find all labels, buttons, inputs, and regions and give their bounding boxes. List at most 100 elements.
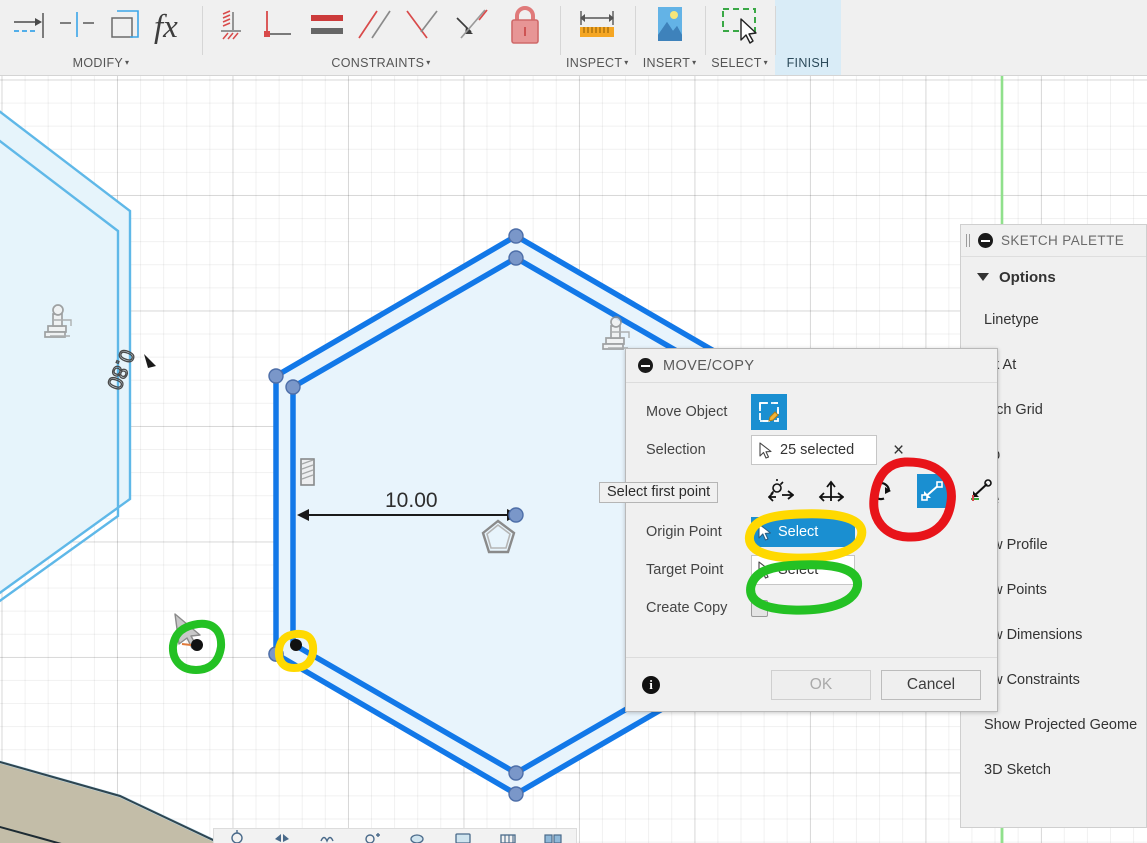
info-icon[interactable]: i [642, 675, 660, 694]
move-object-row: Move Object [626, 393, 997, 431]
ok-button[interactable]: OK [771, 669, 871, 700]
inspect-icons [568, 2, 626, 52]
constraint-glyph-vertical [300, 458, 315, 486]
display-settings-icon[interactable] [448, 829, 478, 843]
dialog-title: MOVE/COPY [663, 357, 755, 374]
palette-item-3d-sketch[interactable]: 3D Sketch [961, 747, 1146, 792]
look-at-icon[interactable] [403, 829, 433, 843]
perpendicular-icon[interactable] [256, 3, 302, 51]
chevron-down-icon: ▾ [763, 58, 768, 67]
grid-settings-icon[interactable] [493, 829, 523, 843]
origin-point-label: Origin Point [646, 524, 722, 540]
target-point-row: Target Point Select [626, 551, 997, 589]
move-copy-dialog[interactable]: MOVE/COPY Move Object Selection 25 selec… [625, 348, 998, 712]
dialog-title-bar[interactable]: MOVE/COPY [626, 349, 997, 383]
selection-label: Selection [646, 442, 706, 458]
insert-label[interactable]: INSERT ▾ [643, 56, 697, 72]
tangent-icon[interactable] [448, 3, 494, 51]
equal-icon[interactable] [304, 3, 350, 51]
move-object-sketch-icon[interactable] [751, 394, 787, 430]
measure-ruler-icon[interactable] [568, 3, 626, 51]
cursor-arrow-icon [758, 523, 772, 541]
target-point-select-label: Select [778, 562, 819, 578]
finish-label[interactable]: FINISH [787, 56, 830, 72]
selection-count: 25 selected [780, 442, 855, 458]
toolbar-group-insert: INSERT ▾ [634, 0, 705, 75]
constraints-label-text: CONSTRAINTS [331, 56, 425, 70]
insert-label-text: INSERT [642, 56, 691, 70]
free-move-icon[interactable] [766, 474, 796, 508]
palette-title: SKETCH PALETTE [1001, 233, 1125, 248]
parallel-icon[interactable] [352, 3, 398, 51]
orbit-icon[interactable] [222, 829, 252, 843]
create-copy-label: Create Copy [646, 600, 728, 616]
constraints-label[interactable]: CONSTRAINTS ▾ [331, 56, 430, 72]
origin-point-select-button[interactable]: Select [751, 517, 855, 547]
target-sketch-point [191, 639, 203, 651]
dialog-footer: i OK Cancel [626, 657, 997, 711]
create-copy-checkbox[interactable] [751, 599, 768, 617]
cancel-button[interactable]: Cancel [881, 669, 981, 700]
dimension-value-10: 10.00 [385, 489, 438, 512]
break-icon[interactable] [102, 3, 148, 51]
zoom-icon[interactable] [312, 829, 342, 843]
point-to-position-icon[interactable] [967, 474, 997, 508]
origin-point-row: Origin Point Select [626, 513, 997, 551]
pan-icon[interactable] [267, 829, 297, 843]
toolbar-group-modify: fx MODIFY ▾ [0, 0, 202, 75]
lock-icon[interactable] [496, 3, 554, 51]
modify-icons: fx [6, 2, 196, 52]
symmetry-icon[interactable] [400, 3, 446, 51]
modify-label[interactable]: MODIFY ▾ [73, 56, 130, 72]
rotate-icon[interactable] [866, 474, 896, 508]
insert-image-icon[interactable] [641, 3, 699, 51]
clear-selection-icon[interactable]: × [893, 441, 904, 460]
inspect-label[interactable]: INSPECT ▾ [566, 56, 629, 72]
sketch-toolbar: fx MODIFY ▾ CONSTRAINTS ▾ INSPECT ▾ INSE… [0, 0, 1147, 76]
chevron-down-icon: ▾ [692, 58, 697, 67]
modify-label-text: MODIFY [72, 56, 124, 70]
target-point-select-button[interactable]: Select [751, 555, 855, 585]
palette-item-linetype[interactable]: Linetype [961, 297, 1146, 342]
origin-point-select-label: Select [778, 524, 819, 540]
palette-options-header[interactable]: Options [961, 257, 1146, 297]
offset-icon[interactable] [6, 3, 52, 51]
select-label-text: SELECT [711, 56, 762, 70]
fx-sketch-dimension-icon[interactable]: fx [150, 3, 196, 51]
chevron-down-icon: ▾ [624, 58, 629, 67]
cursor-arrow-icon [759, 441, 772, 459]
point-to-point-icon[interactable] [916, 474, 947, 508]
selection-row: Selection 25 selected × [626, 431, 997, 469]
zoom-window-icon[interactable] [357, 829, 387, 843]
viewports-icon[interactable] [538, 829, 568, 843]
translate-icon[interactable] [816, 474, 846, 508]
select-icons [711, 2, 769, 52]
chevron-down-icon: ▾ [125, 58, 130, 67]
cursor-arrow-icon [758, 561, 772, 579]
constraints-icons [208, 2, 554, 52]
toolbar-group-constraints: CONSTRAINTS ▾ [202, 0, 560, 75]
palette-collapse-icon[interactable] [978, 233, 993, 248]
view-navigation-bar[interactable] [213, 828, 577, 843]
select-window-icon[interactable] [711, 3, 769, 51]
drag-handle-icon[interactable] [966, 234, 970, 247]
chevron-down-icon: ▾ [426, 58, 431, 67]
collapse-icon[interactable] [638, 358, 653, 373]
palette-title-bar[interactable]: SKETCH PALETTE [961, 225, 1146, 257]
trim-extend-icon[interactable] [54, 3, 100, 51]
dialog-body: Move Object Selection 25 selected × Orig… [626, 383, 997, 627]
insert-icons [641, 2, 699, 52]
selection-field[interactable]: 25 selected [751, 435, 877, 465]
select-label[interactable]: SELECT ▾ [711, 56, 768, 72]
inspect-label-text: INSPECT [566, 56, 623, 70]
select-first-point-tooltip: Select first point [599, 482, 719, 503]
palette-options-label: Options [999, 268, 1056, 286]
move-object-label: Move Object [646, 404, 728, 420]
toolbar-group-finish[interactable]: FINISH [774, 0, 842, 75]
fix-unfix-icon[interactable] [208, 3, 254, 51]
toolbar-group-select: SELECT ▾ [704, 0, 775, 75]
target-point-label: Target Point [646, 562, 724, 578]
svg-text:fx: fx [154, 9, 178, 45]
create-copy-row: Create Copy [626, 589, 997, 627]
finish-label-text: FINISH [786, 56, 830, 70]
